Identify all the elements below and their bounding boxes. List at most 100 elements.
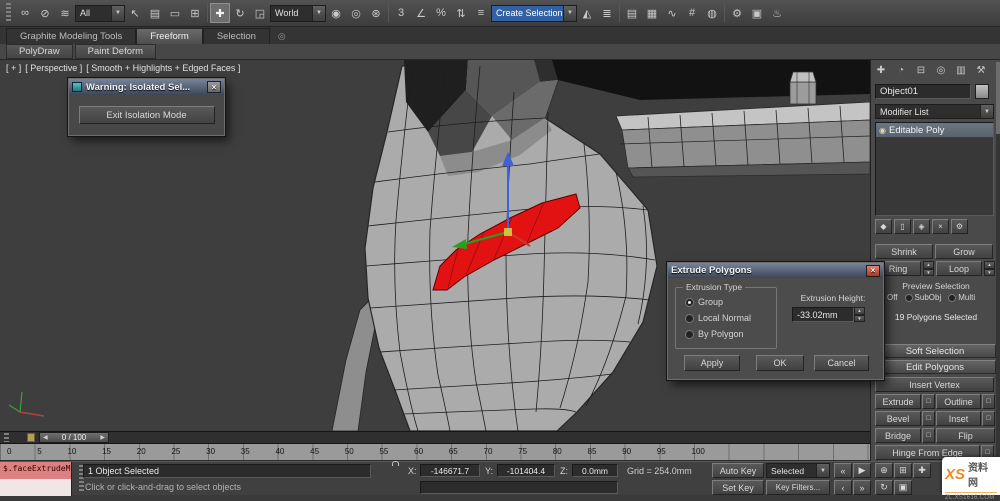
extrusion-height-spinner[interactable]: ▲ ▼ [854, 307, 865, 322]
tab-polydraw[interactable]: PolyDraw [6, 44, 73, 59]
hierarchy-tab-icon[interactable]: ⊟ [913, 62, 929, 78]
percent-snap-icon[interactable]: % [431, 3, 451, 23]
cancel-button[interactable]: Cancel [814, 355, 869, 371]
spinner-up-icon[interactable]: ▲ [984, 261, 995, 269]
create-tab-icon[interactable]: ✚ [873, 62, 889, 78]
tab-graphite-modeling-tools[interactable]: Graphite Modeling Tools [6, 28, 137, 44]
dropdown-arrow-icon[interactable]: ▼ [111, 5, 124, 21]
radio-by-polygon-option[interactable]: By Polygon [685, 329, 744, 339]
listener-script-line[interactable] [0, 479, 71, 496]
time-slider-grip[interactable] [4, 433, 9, 442]
outline-button[interactable]: Outline [936, 394, 981, 409]
loop-spinner[interactable]: ▲ ▼ [984, 261, 995, 276]
radio-icon[interactable] [685, 329, 694, 339]
warning-dialog-titlebar[interactable]: Warning: Isolated Sel... × [69, 79, 224, 95]
graphite-ribbon-toggle-icon[interactable]: ▦ [642, 3, 662, 23]
use-pivot-point-center-icon[interactable]: ◉ [326, 3, 346, 23]
schematic-view-icon[interactable]: # [682, 3, 702, 23]
bevel-settings-button[interactable]: □ [922, 411, 935, 426]
selection-filter-dropdown[interactable]: All ▼ [75, 4, 125, 22]
spinner-up-icon[interactable]: ▲ [923, 261, 934, 269]
select-and-manipulate-icon[interactable]: ◎ [346, 3, 366, 23]
panel-scrollbar[interactable] [996, 62, 1000, 458]
tab-selection[interactable]: Selection [202, 28, 270, 44]
edit-named-selection-sets-icon[interactable]: ≡ [471, 3, 491, 23]
object-color-swatch[interactable] [975, 84, 989, 99]
time-slider-handle[interactable]: ◀ 0 / 100 ▶ [39, 432, 109, 443]
radio-group-option[interactable]: Group [685, 297, 723, 307]
pan-icon[interactable]: ✚ [913, 463, 931, 478]
lightbulb-icon[interactable]: ◉ [879, 126, 886, 135]
preview-subobj-radio[interactable] [904, 293, 913, 302]
exit-isolation-mode-button[interactable]: Exit Isolation Mode [78, 106, 215, 124]
remove-modifier-icon[interactable]: × [932, 219, 949, 234]
z-coordinate-field[interactable]: 0.0mm [572, 464, 618, 477]
extrusion-height-input[interactable]: -33.02mm [792, 307, 854, 322]
radio-icon[interactable] [685, 297, 694, 307]
zoom-extents-icon[interactable]: ⊞ [894, 463, 912, 478]
extrude-button[interactable]: Extrude [875, 394, 921, 409]
snaps-toggle-icon[interactable]: 3 [391, 3, 411, 23]
select-and-link-icon[interactable]: ∞ [15, 3, 35, 23]
window-crossing-icon[interactable]: ⊞ [185, 3, 205, 23]
bridge-button[interactable]: Bridge [875, 428, 921, 443]
radio-local-normal-option[interactable]: Local Normal [685, 313, 751, 323]
curve-editor-icon[interactable]: ∿ [662, 3, 682, 23]
inset-settings-button[interactable]: □ [982, 411, 995, 426]
bridge-settings-button[interactable]: □ [922, 428, 935, 443]
close-icon[interactable]: × [866, 264, 880, 277]
modify-tab-icon[interactable]: ◔ [893, 62, 909, 78]
keyboard-shortcut-override-icon[interactable]: ⊛ [366, 3, 386, 23]
auto-key-button[interactable]: Auto Key [712, 463, 764, 478]
grow-button[interactable]: Grow [935, 244, 993, 259]
modifier-list-dropdown[interactable]: Modifier List ▼ [875, 104, 994, 119]
orbit-icon[interactable]: ↻ [875, 480, 893, 495]
named-selection-set-dropdown[interactable]: Create Selection Se ▼ [491, 4, 577, 22]
select-and-rotate-icon[interactable]: ↻ [230, 3, 250, 23]
go-to-end-button[interactable]: » [853, 480, 871, 495]
spinner-down-icon[interactable]: ▼ [984, 268, 995, 276]
object-name-field[interactable]: Object01 [875, 84, 971, 99]
x-coordinate-field[interactable]: -146671.7 [420, 464, 480, 477]
configure-modifier-sets-icon[interactable]: ⚙ [951, 219, 968, 234]
pin-stack-icon[interactable]: ◆ [875, 219, 892, 234]
rollout-edit-polygons[interactable]: Edit Polygons [874, 360, 996, 374]
spinner-down-icon[interactable]: ▼ [854, 314, 865, 322]
outline-settings-button[interactable]: □ [982, 394, 995, 409]
track-bar[interactable]: 0 5 10 15 20 25 30 35 40 45 50 55 60 65 … [0, 444, 870, 461]
flip-button[interactable]: Flip [936, 428, 995, 443]
bind-to-space-warp-icon[interactable]: ≋ [55, 3, 75, 23]
maximize-viewport-icon[interactable]: ▣ [894, 480, 912, 495]
shrink-button[interactable]: Shrink [875, 244, 933, 259]
viewport-shading-menu[interactable]: [ Smooth + Highlights + Edged Faces ] [86, 63, 240, 73]
rollout-soft-selection[interactable]: Soft Selection [874, 344, 996, 358]
extrude-dialog-titlebar[interactable]: Extrude Polygons × [668, 263, 883, 278]
tab-freeform[interactable]: Freeform [136, 28, 203, 44]
viewport-pov-menu[interactable]: [ Perspective ] [25, 63, 82, 73]
zoom-icon[interactable]: ⊕ [875, 463, 893, 478]
utilities-tab-icon[interactable]: ⚒ [973, 62, 989, 78]
inset-button[interactable]: Inset [936, 411, 981, 426]
loop-button[interactable]: Loop [936, 261, 982, 276]
display-tab-icon[interactable]: ▥ [953, 62, 969, 78]
previous-frame-button[interactable]: ◀ [43, 434, 48, 441]
spinner-snap-icon[interactable]: ⇅ [451, 3, 471, 23]
dropdown-arrow-icon[interactable]: ▼ [980, 105, 993, 118]
maxscript-mini-listener[interactable]: $.faceExtrudeM [0, 462, 72, 496]
previous-key-button[interactable]: ‹ [834, 480, 852, 495]
select-by-name-icon[interactable]: ▤ [145, 3, 165, 23]
y-coordinate-field[interactable]: -101404.4 [497, 464, 555, 477]
select-and-scale-icon[interactable]: ◲ [250, 3, 270, 23]
stack-item-editable-poly[interactable]: ◉ Editable Poly [876, 123, 993, 137]
unlink-selection-icon[interactable]: ⊘ [35, 3, 55, 23]
apply-button[interactable]: Apply [684, 355, 740, 371]
track-selection-marker[interactable] [27, 433, 35, 442]
dropdown-arrow-icon[interactable]: ▼ [312, 5, 325, 21]
show-end-result-icon[interactable]: ▯ [894, 219, 911, 234]
mirror-icon[interactable]: ◭ [577, 3, 597, 23]
dropdown-arrow-icon[interactable]: ▼ [816, 464, 829, 477]
select-object-icon[interactable]: ↖ [125, 3, 145, 23]
preview-multi-radio[interactable] [948, 293, 957, 302]
select-and-move-icon[interactable]: ✚ [210, 3, 230, 23]
viewport-general-menu[interactable]: [ + ] [6, 63, 21, 73]
